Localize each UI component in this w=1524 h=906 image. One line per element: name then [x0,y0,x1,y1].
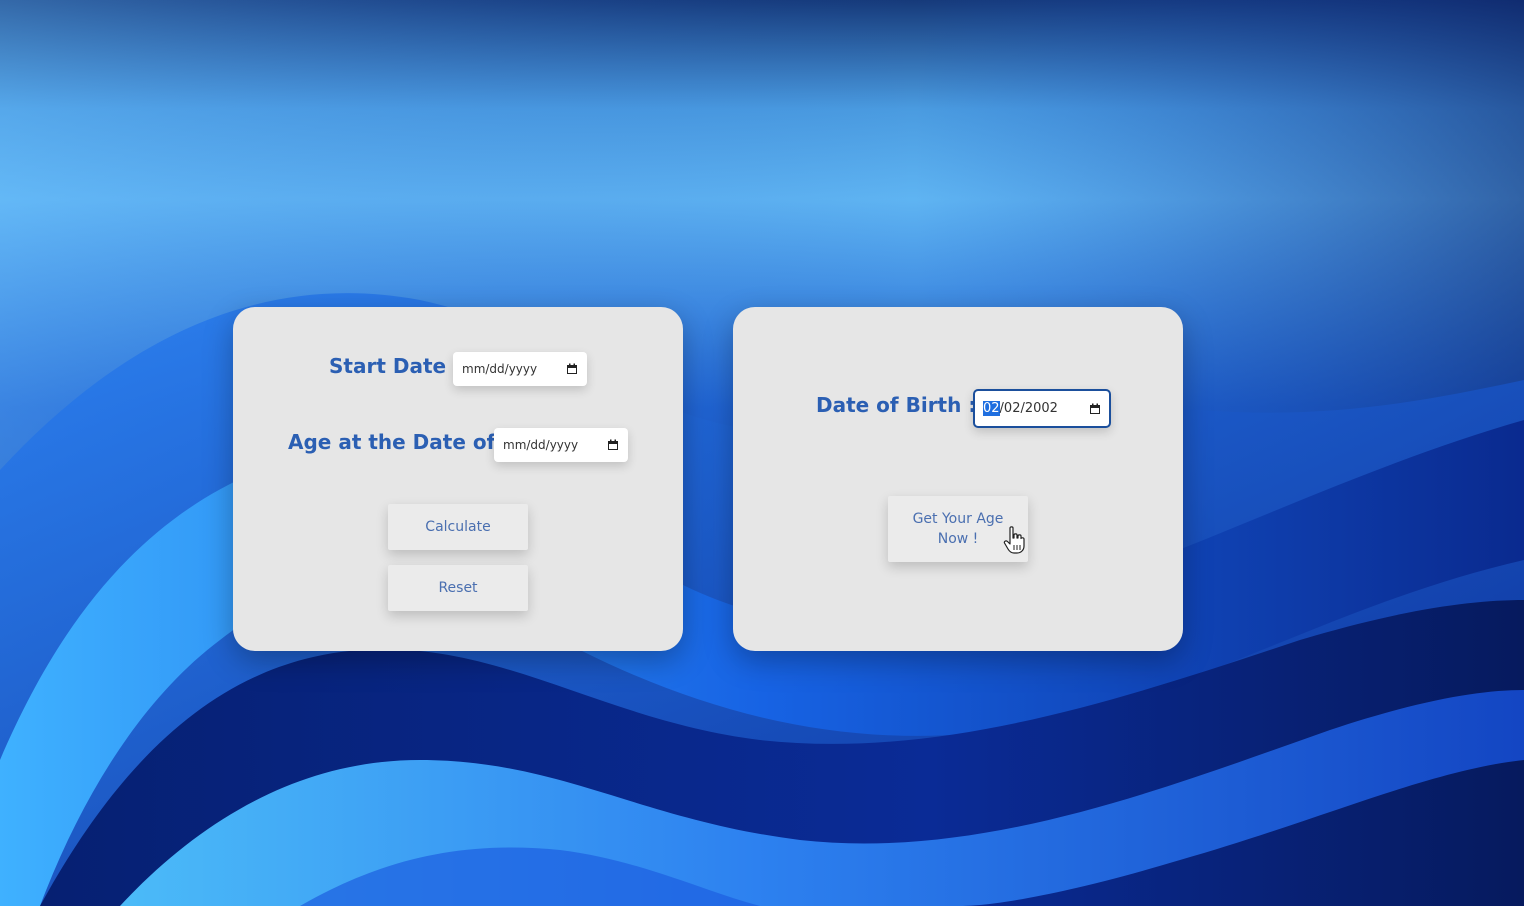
start-date-label: Start Date : [329,354,462,378]
calculate-button[interactable]: Calculate [388,504,528,550]
get-your-age-button-line2: Now ! [937,531,979,547]
start-date-placeholder: mm/dd/yyyy [462,362,538,376]
reset-button[interactable]: Reset [388,565,528,611]
age-calculator-card: Start Date : mm/dd/yyyy Age at the Date … [233,307,683,651]
start-date-input[interactable]: mm/dd/yyyy [453,352,587,386]
date-of-birth-card: Date of Birth : 02/02/2002 Get Your Age … [733,307,1183,651]
hand-pointer-cursor-icon [1003,526,1025,554]
get-your-age-button-line1: Get Your Age [912,511,1004,527]
calendar-icon[interactable] [1089,403,1101,415]
date-of-birth-month-segment[interactable]: 02 [983,401,1000,416]
age-at-date-placeholder: mm/dd/yyyy [503,438,579,452]
date-of-birth-input[interactable]: 02/02/2002 [973,389,1111,428]
age-at-date-label: Age at the Date of : [288,430,511,454]
calendar-icon[interactable] [607,439,619,451]
age-at-date-input[interactable]: mm/dd/yyyy [494,428,628,462]
date-of-birth-value: 02/02/2002 [983,401,1089,416]
date-of-birth-day-year: /02/2002 [999,401,1058,416]
calendar-icon[interactable] [566,363,578,375]
date-of-birth-label: Date of Birth : [816,393,977,417]
